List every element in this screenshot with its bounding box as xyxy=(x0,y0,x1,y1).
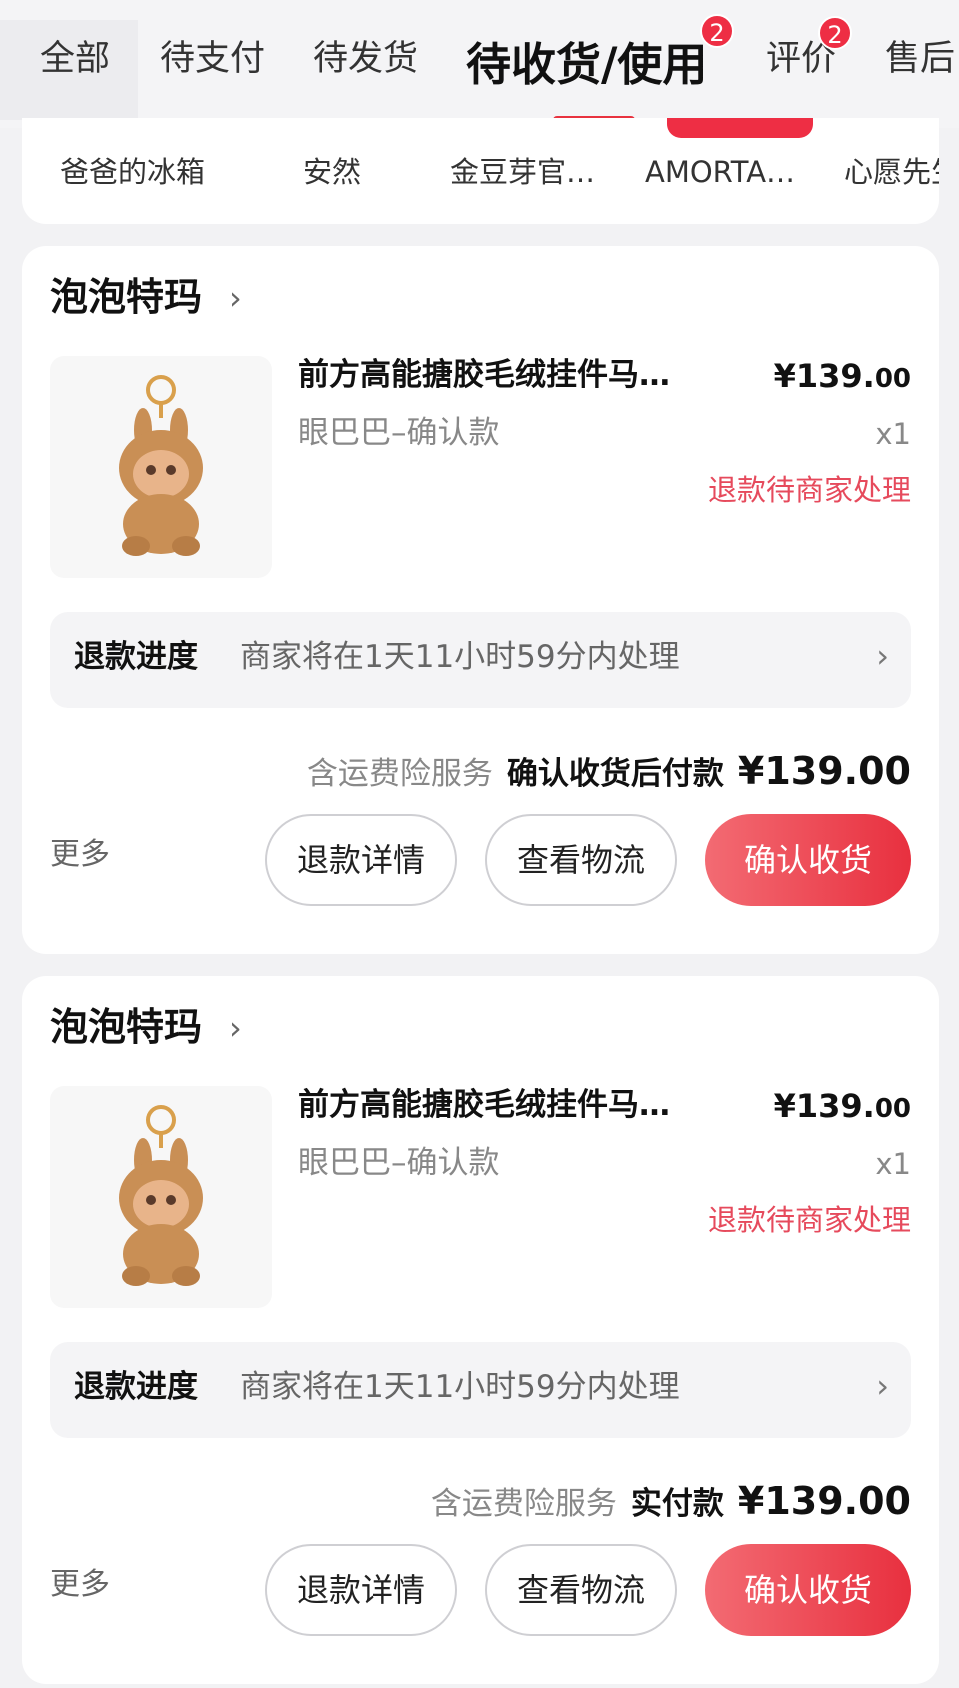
shipping-insurance-label: 含运费险服务 xyxy=(306,756,493,792)
order-tabs: 全部 待支付 待发货 待收货/使用 2 评价 2 售后 xyxy=(0,0,959,128)
product-image[interactable] xyxy=(50,1086,272,1308)
tab-to-pay[interactable]: 待支付 xyxy=(160,42,265,77)
shop-name[interactable]: 泡泡特玛 xyxy=(50,278,202,316)
refund-progress-title: 退款进度 xyxy=(74,1369,198,1405)
product-image[interactable] xyxy=(50,356,272,578)
chevron-right-icon[interactable]: › xyxy=(229,282,242,314)
payment-amount: ¥139.00 xyxy=(737,1479,911,1523)
order-summary: 含运费险服务 确认收货后付款 ¥139.00 xyxy=(307,752,911,790)
shop-chip[interactable]: 爸爸的冰箱 xyxy=(60,158,205,187)
refund-details-button[interactable]: 退款详情 xyxy=(265,814,457,906)
plush-toy-icon xyxy=(119,1105,203,1286)
product-sku: 眼巴巴–确认款 xyxy=(298,1145,500,1181)
price-integer: ¥139. xyxy=(773,357,875,395)
payment-amount: ¥139.00 xyxy=(737,749,911,793)
order-card: 泡泡特玛 › 前方高能搪胶毛绒挂件马… ¥139.00 眼巴巴–确认款 x1 退… xyxy=(22,246,939,954)
live-tag xyxy=(667,118,813,138)
product-price: ¥139.00 xyxy=(774,360,911,392)
shop-chip[interactable]: 安然 xyxy=(303,158,361,187)
refund-progress-title: 退款进度 xyxy=(74,639,198,675)
refund-status: 退款待商家处理 xyxy=(707,1203,911,1237)
tab-after-sale[interactable]: 售后 xyxy=(885,42,955,77)
shop-filter-bar: 爸爸的冰箱 安然 金豆芽官… AMORTA… 心愿先生 xyxy=(22,118,939,224)
price-integer: ¥139. xyxy=(773,1087,875,1125)
more-button[interactable]: 更多 xyxy=(50,1570,110,1600)
tab-to-receive-badge: 2 xyxy=(700,14,734,48)
payment-label: 确认收货后付款 xyxy=(506,756,724,792)
price-decimal: 00 xyxy=(874,364,911,394)
view-logistics-button[interactable]: 查看物流 xyxy=(485,814,677,906)
chevron-right-icon: › xyxy=(876,1367,889,1405)
shop-chip[interactable]: 金豆芽官… xyxy=(450,158,595,187)
payment-label: 实付款 xyxy=(630,1486,724,1522)
tab-all[interactable]: 全部 xyxy=(40,42,110,77)
tab-to-receive[interactable]: 待收货/使用 xyxy=(466,42,707,87)
confirm-receipt-button[interactable]: 确认收货 xyxy=(705,1544,911,1636)
product-sku: 眼巴巴–确认款 xyxy=(298,415,500,451)
refund-progress-text: 商家将在1天11小时59分内处理 xyxy=(240,1369,680,1405)
plush-toy-icon xyxy=(119,375,203,556)
refund-details-button[interactable]: 退款详情 xyxy=(265,1544,457,1636)
shop-chip[interactable]: 心愿先生 xyxy=(844,158,939,187)
shipping-insurance-label: 含运费险服务 xyxy=(430,1486,617,1522)
order-summary: 含运费险服务 实付款 ¥139.00 xyxy=(431,1482,911,1520)
shop-chip[interactable]: AMORTA… xyxy=(645,158,795,187)
refund-progress-row[interactable]: 退款进度 商家将在1天11小时59分内处理 › xyxy=(50,1342,911,1438)
more-button[interactable]: 更多 xyxy=(50,840,110,870)
product-price: ¥139.00 xyxy=(774,1090,911,1122)
product-quantity: x1 xyxy=(875,1147,911,1181)
chevron-right-icon[interactable]: › xyxy=(229,1012,242,1044)
refund-progress-row[interactable]: 退款进度 商家将在1天11小时59分内处理 › xyxy=(50,612,911,708)
product-title[interactable]: 前方高能搪胶毛绒挂件马… xyxy=(298,1090,670,1121)
refund-status: 退款待商家处理 xyxy=(707,473,911,507)
product-title[interactable]: 前方高能搪胶毛绒挂件马… xyxy=(298,360,670,391)
refund-progress-text: 商家将在1天11小时59分内处理 xyxy=(240,639,680,675)
tab-review-badge: 2 xyxy=(818,16,852,50)
view-logistics-button[interactable]: 查看物流 xyxy=(485,1544,677,1636)
order-card: 泡泡特玛 › 前方高能搪胶毛绒挂件马… ¥139.00 眼巴巴–确认款 x1 退… xyxy=(22,976,939,1684)
tab-to-ship[interactable]: 待发货 xyxy=(313,42,418,77)
shop-name[interactable]: 泡泡特玛 xyxy=(50,1008,202,1046)
confirm-receipt-button[interactable]: 确认收货 xyxy=(705,814,911,906)
product-quantity: x1 xyxy=(875,417,911,451)
chevron-right-icon: › xyxy=(876,637,889,675)
price-decimal: 00 xyxy=(874,1094,911,1124)
